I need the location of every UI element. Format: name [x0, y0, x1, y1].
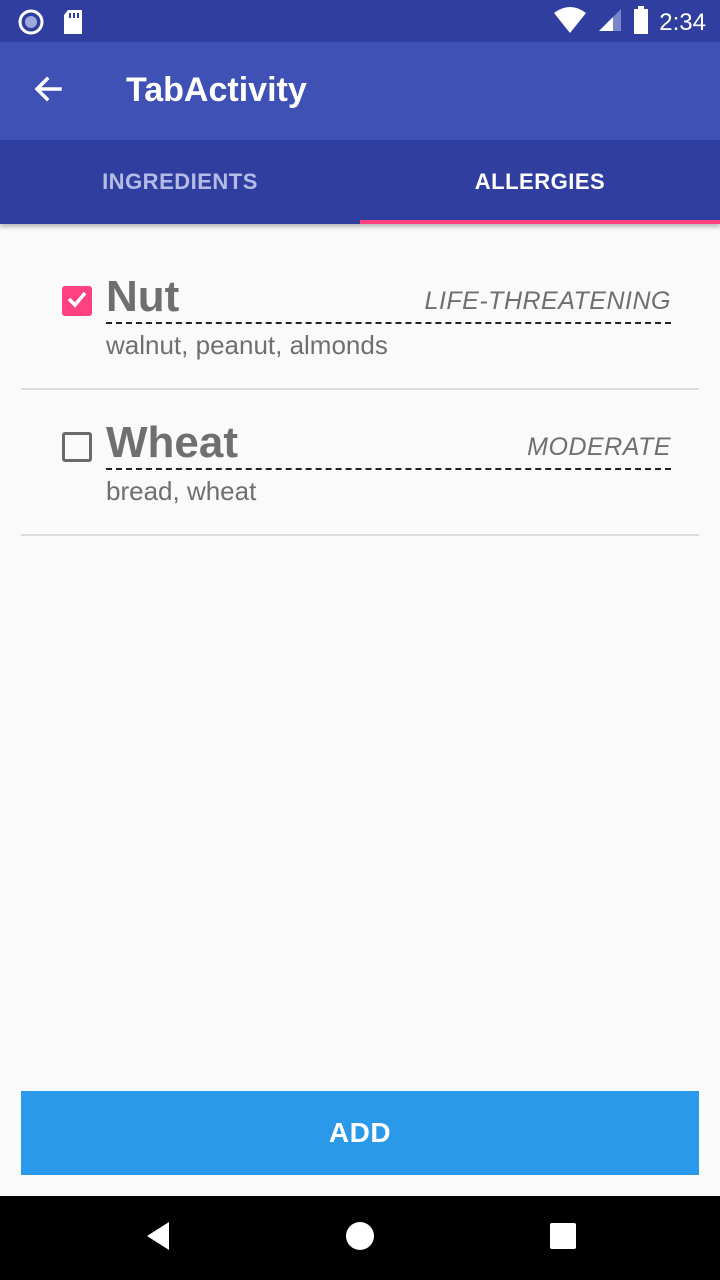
tab-bar: INGREDIENTS ALLERGIES [0, 140, 720, 224]
arrow-back-icon [32, 73, 64, 110]
allergy-list: Nut LIFE-THREATENING walnut, peanut, alm… [21, 244, 699, 536]
wifi-icon [553, 7, 587, 38]
circle-notification-icon [18, 9, 44, 40]
allergy-severity: MODERATE [527, 433, 671, 461]
status-bar: 2:34 [0, 0, 720, 42]
navigation-bar [0, 1196, 720, 1280]
allergy-items: walnut, peanut, almonds [106, 330, 388, 360]
tab-ingredients[interactable]: INGREDIENTS [0, 140, 360, 224]
nav-recents-icon [549, 1222, 577, 1255]
app-title: TabActivity [126, 71, 307, 109]
allergy-severity: LIFE-THREATENING [424, 287, 671, 315]
battery-icon [633, 6, 649, 39]
list-item: Nut LIFE-THREATENING walnut, peanut, alm… [21, 244, 699, 390]
app-bar: TabActivity [0, 42, 720, 140]
nav-recents-button[interactable] [539, 1214, 587, 1262]
dashed-divider [106, 468, 671, 470]
cell-signal-icon [597, 7, 623, 38]
allergy-checkbox-nut[interactable] [62, 286, 92, 316]
allergy-name: Wheat [106, 418, 238, 467]
list-item: Wheat MODERATE bread, wheat [21, 390, 699, 536]
status-time: 2:34 [659, 8, 706, 36]
nav-home-button[interactable] [336, 1214, 384, 1262]
check-icon [65, 287, 89, 316]
allergy-items: bread, wheat [106, 476, 257, 506]
allergy-checkbox-wheat[interactable] [62, 432, 92, 462]
nav-home-icon [344, 1220, 376, 1257]
nav-back-icon [143, 1220, 173, 1257]
sd-card-icon [62, 9, 84, 40]
nav-back-button[interactable] [134, 1214, 182, 1262]
add-button[interactable]: ADD [21, 1091, 699, 1175]
back-button[interactable] [24, 67, 72, 115]
tab-allergies[interactable]: ALLERGIES [360, 140, 720, 224]
dashed-divider [106, 322, 671, 324]
allergy-name: Nut [106, 272, 180, 321]
